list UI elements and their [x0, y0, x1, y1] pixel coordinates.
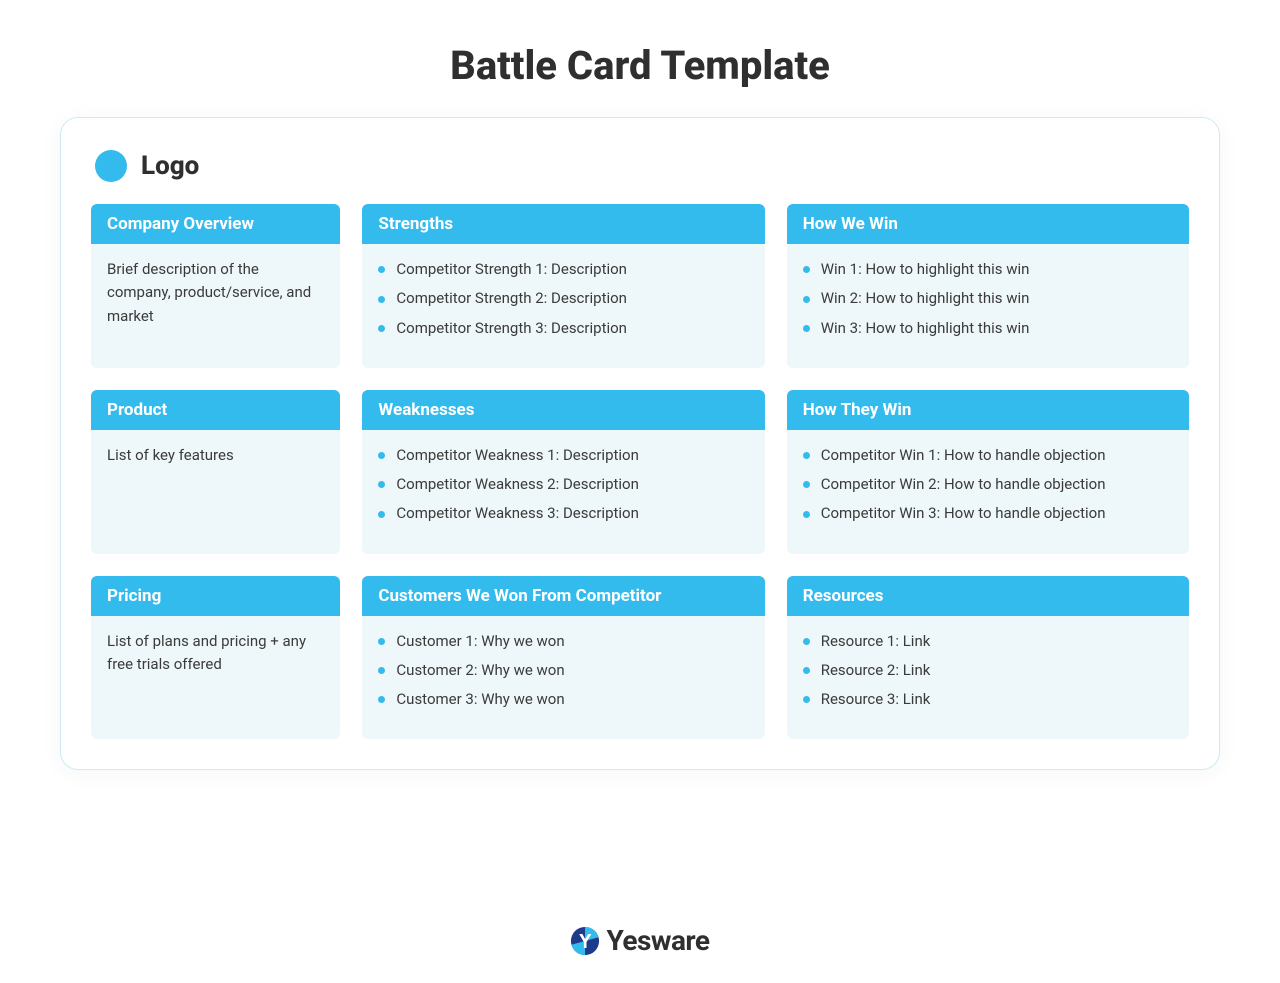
cell-body: List of key features	[91, 430, 340, 550]
list-item: Win 3: How to highlight this win	[803, 317, 1173, 340]
cell-strengths: Strengths Competitor Strength 1: Descrip…	[362, 204, 764, 368]
cell-body: Win 1: How to highlight this win Win 2: …	[787, 244, 1189, 368]
cell-product: Product List of key features	[91, 390, 340, 554]
list-item: Competitor Strength 1: Description	[378, 258, 748, 281]
list-item: Customer 2: Why we won	[378, 659, 748, 682]
cell-header: Customers We Won From Competitor	[362, 576, 764, 616]
cell-header: How They Win	[787, 390, 1189, 430]
cell-header: Resources	[787, 576, 1189, 616]
cell-header: Pricing	[91, 576, 340, 616]
logo-placeholder-icon	[95, 150, 127, 182]
cell-body: Competitor Weakness 1: Description Compe…	[362, 430, 764, 554]
logo-label: Logo	[141, 151, 199, 181]
list-item: Competitor Win 1: How to handle objectio…	[803, 444, 1173, 467]
cell-pricing: Pricing List of plans and pricing + any …	[91, 576, 340, 740]
list-item: Win 2: How to highlight this win	[803, 287, 1173, 310]
card-grid: Company Overview Brief description of th…	[91, 204, 1189, 739]
cell-header: Product	[91, 390, 340, 430]
list-item: Competitor Weakness 2: Description	[378, 473, 748, 496]
list-item: Customer 1: Why we won	[378, 630, 748, 653]
cell-company-overview: Company Overview Brief description of th…	[91, 204, 340, 368]
cell-how-they-win: How They Win Competitor Win 1: How to ha…	[787, 390, 1189, 554]
cell-body: Competitor Win 1: How to handle objectio…	[787, 430, 1189, 554]
cell-header: How We Win	[787, 204, 1189, 244]
cell-body: Resource 1: Link Resource 2: Link Resour…	[787, 616, 1189, 740]
list-item: Competitor Win 3: How to handle objectio…	[803, 502, 1173, 525]
list-item: Competitor Weakness 3: Description	[378, 502, 748, 525]
cell-how-we-win: How We Win Win 1: How to highlight this …	[787, 204, 1189, 368]
battle-card-frame: Logo Company Overview Brief description …	[60, 117, 1220, 770]
cell-body: Competitor Strength 1: Description Compe…	[362, 244, 764, 368]
list-item: Resource 3: Link	[803, 688, 1173, 711]
cell-body: List of plans and pricing + any free tri…	[91, 616, 340, 736]
list-item: Customer 3: Why we won	[378, 688, 748, 711]
list-item: Competitor Strength 2: Description	[378, 287, 748, 310]
list-item: Competitor Weakness 1: Description	[378, 444, 748, 467]
cell-resources: Resources Resource 1: Link Resource 2: L…	[787, 576, 1189, 740]
cell-header: Company Overview	[91, 204, 340, 244]
yesware-logo-icon	[570, 926, 600, 956]
footer-brand: Yesware	[0, 924, 1280, 957]
page-title: Battle Card Template	[0, 0, 1280, 99]
cell-body: Customer 1: Why we won Customer 2: Why w…	[362, 616, 764, 740]
cell-body: Brief description of the company, produc…	[91, 244, 340, 364]
list-item: Win 1: How to highlight this win	[803, 258, 1173, 281]
list-item: Resource 1: Link	[803, 630, 1173, 653]
list-item: Resource 2: Link	[803, 659, 1173, 682]
cell-header: Weaknesses	[362, 390, 764, 430]
cell-header: Strengths	[362, 204, 764, 244]
cell-customers-won: Customers We Won From Competitor Custome…	[362, 576, 764, 740]
list-item: Competitor Strength 3: Description	[378, 317, 748, 340]
brand-name: Yesware	[606, 924, 709, 957]
list-item: Competitor Win 2: How to handle objectio…	[803, 473, 1173, 496]
logo-row: Logo	[91, 144, 1189, 204]
cell-weaknesses: Weaknesses Competitor Weakness 1: Descri…	[362, 390, 764, 554]
